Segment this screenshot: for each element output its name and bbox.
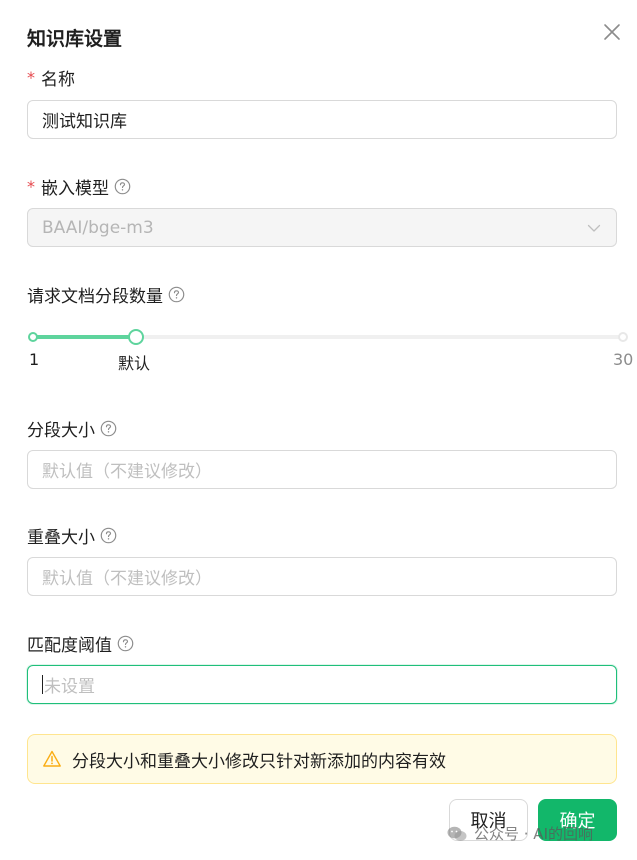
- embedding-model-select[interactable]: BAAI/bge-m3: [27, 208, 617, 247]
- chevron-down-icon: [587, 224, 601, 232]
- embedding-model-label: 嵌入模型: [41, 179, 109, 199]
- slider-end-dot: [618, 332, 628, 342]
- required-mark: *: [27, 177, 35, 196]
- embedding-model-label-row: * 嵌入模型: [27, 174, 131, 199]
- warning-alert: 分段大小和重叠大小修改只针对新添加的内容有效: [27, 734, 617, 784]
- chunk-size-placeholder: 默认值（不建议修改）: [42, 462, 212, 482]
- watermark: 公众号 · AI的回响: [446, 823, 593, 844]
- doc-count-label-row: 请求文档分段数量: [27, 282, 185, 307]
- slider-max-label: 30: [613, 350, 634, 369]
- name-label: 名称: [41, 70, 75, 90]
- embedding-model-value: BAAI/bge-m3: [42, 217, 154, 238]
- text-caret: [42, 675, 43, 694]
- watermark-text: 公众号 · AI的回响: [474, 825, 593, 843]
- chunk-overlap-label: 重叠大小: [27, 528, 95, 548]
- question-circle-icon[interactable]: [100, 527, 117, 544]
- chunk-overlap-label-row: 重叠大小: [27, 523, 117, 548]
- chunk-overlap-placeholder: 默认值（不建议修改）: [42, 569, 212, 589]
- required-mark: *: [27, 68, 35, 87]
- close-icon[interactable]: [600, 20, 624, 44]
- slider-min-label: 1: [29, 350, 40, 369]
- slider-start-dot: [28, 332, 38, 342]
- threshold-placeholder: 未设置: [44, 677, 95, 697]
- question-circle-icon[interactable]: [114, 178, 131, 195]
- slider-track: [33, 335, 137, 339]
- alert-text: 分段大小和重叠大小修改只针对新添加的内容有效: [72, 751, 446, 772]
- question-circle-icon[interactable]: [100, 420, 117, 437]
- slider-handle[interactable]: [128, 329, 145, 345]
- threshold-input[interactable]: 未设置: [27, 665, 617, 704]
- threshold-label-row: 匹配度阈值: [27, 631, 134, 656]
- wechat-icon: [447, 826, 467, 841]
- threshold-label: 匹配度阈值: [27, 636, 112, 656]
- chunk-size-label: 分段大小: [27, 421, 95, 441]
- warning-icon: [43, 750, 61, 767]
- slider-default-label: 默认: [118, 354, 151, 373]
- question-circle-icon[interactable]: [168, 286, 185, 303]
- name-input[interactable]: 测试知识库: [27, 100, 617, 139]
- doc-count-label: 请求文档分段数量: [27, 287, 163, 307]
- question-circle-icon[interactable]: [117, 635, 134, 652]
- name-input-value: 测试知识库: [42, 112, 127, 132]
- chunk-size-label-row: 分段大小: [27, 416, 117, 441]
- chunk-overlap-input[interactable]: 默认值（不建议修改）: [27, 557, 617, 596]
- dialog-title: 知识库设置: [27, 28, 123, 50]
- kb-settings-dialog: 知识库设置 * 名称 测试知识库 * 嵌入模型 BAAI/bge-m3 请求文档…: [0, 0, 637, 860]
- name-label-row: * 名称: [27, 65, 75, 90]
- chunk-size-input[interactable]: 默认值（不建议修改）: [27, 450, 617, 489]
